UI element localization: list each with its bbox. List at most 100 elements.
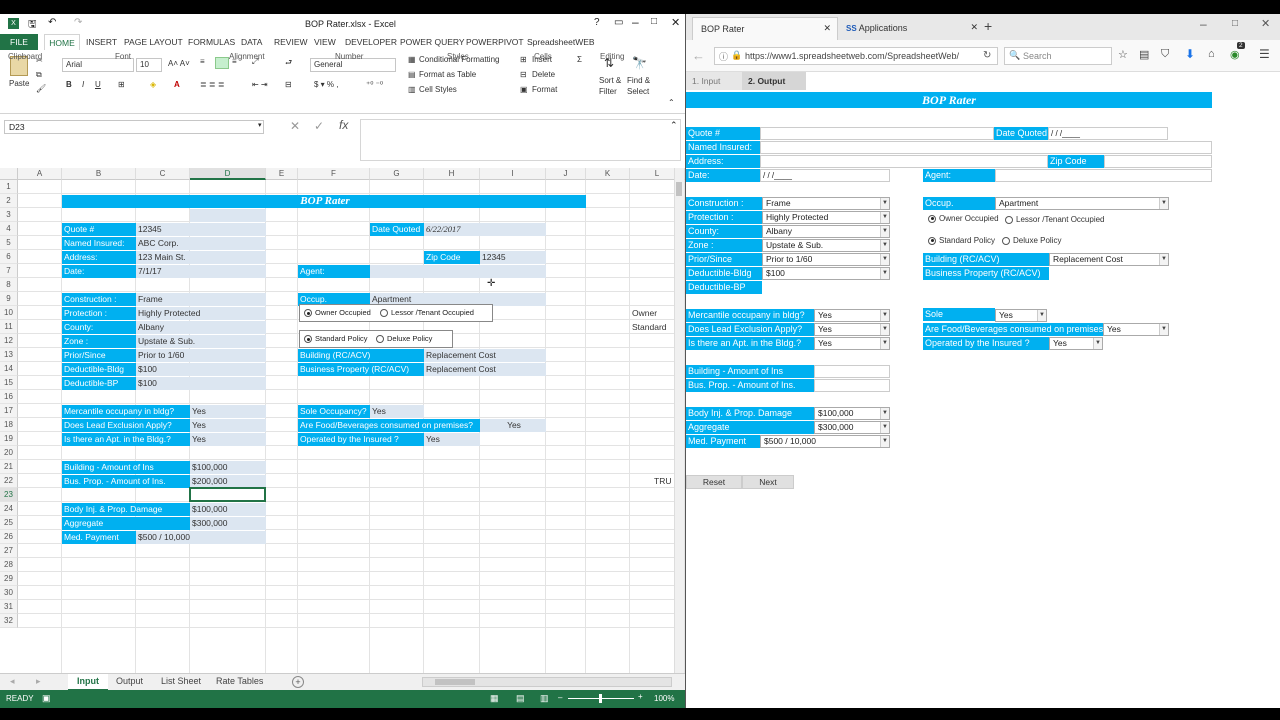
label-cell[interactable]: Business Property (RC/ACV) (298, 363, 424, 376)
vertical-scroll-thumb[interactable] (676, 182, 682, 196)
value-cell[interactable]: $100,000 (190, 461, 266, 474)
help-icon[interactable]: ? (594, 17, 600, 28)
autosum-icon[interactable]: Σ (577, 55, 582, 64)
reading-list-icon[interactable]: ▤ (1139, 48, 1149, 61)
row-header[interactable]: 6 (0, 250, 18, 264)
value-cell[interactable]: Prior to 1/60 (136, 349, 266, 362)
sort-button[interactable]: Sort & (599, 76, 621, 85)
tab-data[interactable]: DATA (241, 37, 262, 47)
radio-option[interactable]: Owner Occupied (304, 308, 371, 318)
next-sheet-icon[interactable]: ▸ (36, 676, 41, 687)
value-cell[interactable]: Yes (480, 419, 546, 432)
column-header[interactable]: A (18, 168, 62, 180)
row-header[interactable]: 32 (0, 614, 18, 628)
tab-spreadsheetweb[interactable]: SpreadsheetWEB (527, 37, 595, 47)
macro-record-icon[interactable]: ▣ (42, 693, 51, 704)
zoom-slider-thumb[interactable] (599, 694, 602, 703)
sheet-title-cell[interactable]: BOP Rater (62, 195, 586, 208)
corner-cell[interactable] (0, 168, 18, 180)
delete-cells-button[interactable]: Delete (532, 70, 555, 79)
radio-group-box[interactable]: Standard Policy Deluxe Policy (299, 330, 453, 348)
cell-styles-icon[interactable]: ▥ (408, 85, 416, 94)
column-header[interactable]: E (266, 168, 298, 180)
underline-icon[interactable]: U (95, 80, 101, 89)
info-icon[interactable]: ⓘ (719, 50, 728, 63)
web-county-select[interactable]: Albany ▼ (762, 225, 890, 238)
label-cell[interactable]: Construction : (62, 293, 136, 306)
find-icon[interactable]: 🔭 (632, 56, 647, 70)
value-cell[interactable]: Yes (190, 419, 266, 432)
url-bar[interactable]: ⓘ 🔒 https://www1.spreadsheetweb.com/Spre… (714, 47, 998, 65)
italic-icon[interactable]: I (82, 80, 84, 89)
value-cell[interactable]: 12345 (480, 251, 546, 264)
wrap-text-icon[interactable]: ⮐ (285, 57, 292, 71)
value-cell[interactable]: Yes (190, 433, 266, 446)
browser-tab-bop-rater[interactable]: BOP Rater ✕ (692, 17, 838, 40)
web-agent-input[interactable] (995, 169, 1212, 182)
row-header[interactable]: 14 (0, 362, 18, 376)
row-header[interactable]: 27 (0, 544, 18, 558)
confirm-entry-icon[interactable]: ✓ (314, 119, 324, 133)
currency-icon[interactable]: $ ▾ % , (314, 80, 338, 89)
selected-cell[interactable] (189, 487, 266, 502)
worksheet-grid[interactable]: A B C D E F G H I J K L 1 2 3 4 5 6 7 8 9 10 11 12 13 14 15 16 17 18 1… (0, 168, 685, 673)
tab-page-layout[interactable]: PAGE LAYOUT (124, 37, 183, 47)
align-left-icon[interactable]: ≣ ≣ ≣ (200, 80, 225, 89)
value-cell[interactable]: $100,000 (190, 503, 266, 516)
value-cell[interactable]: Yes (190, 405, 266, 418)
row-header[interactable]: 2 (0, 194, 18, 208)
row-header[interactable]: 9 (0, 292, 18, 306)
page-break-view-icon[interactable]: ▥ (540, 693, 549, 704)
label-cell[interactable]: Building (RC/ACV) (298, 349, 424, 362)
value-cell[interactable]: $100 (136, 377, 266, 390)
column-header[interactable]: F (298, 168, 370, 180)
fill-color-icon[interactable]: ◈ (150, 80, 156, 89)
label-cell[interactable]: Agent: (298, 265, 370, 278)
menu-icon[interactable]: ☰ (1259, 47, 1270, 61)
web-agg-select[interactable]: $300,000 ▼ (814, 421, 890, 434)
row-header[interactable]: 30 (0, 586, 18, 600)
row-header[interactable]: 20 (0, 446, 18, 460)
search-box[interactable]: 🔍 Search (1004, 47, 1112, 65)
tab-formulas[interactable]: FORMULAS (188, 37, 235, 47)
label-cell[interactable]: Mercantile occupany in bldg? (62, 405, 190, 418)
tab-close-icon[interactable]: ✕ (970, 22, 978, 33)
horizontal-scrollbar[interactable] (422, 677, 672, 687)
web-construction-select[interactable]: Frame ▼ (762, 197, 890, 210)
web-quote-input[interactable] (760, 127, 994, 140)
page-layout-view-icon[interactable]: ▤ (516, 693, 525, 704)
web-lead-select[interactable]: Yes ▼ (814, 323, 890, 336)
paste-button[interactable]: Paste (9, 79, 29, 88)
label-cell[interactable]: Is there an Apt. in the Bldg.? (62, 433, 190, 446)
minimize-icon[interactable]: – (632, 15, 639, 29)
browser-maximize-icon[interactable]: □ (1232, 18, 1238, 29)
zoom-level[interactable]: 100% (654, 694, 674, 703)
row-header[interactable]: 17 (0, 404, 18, 418)
web-building-rc-select[interactable]: Replacement Cost ▼ (1049, 253, 1169, 266)
label-cell[interactable]: Are Food/Beverages consumed on premises? (298, 419, 480, 432)
tab-review[interactable]: REVIEW (274, 37, 308, 47)
row-header[interactable]: 25 (0, 516, 18, 530)
radio-option[interactable]: Deluxe Policy (376, 334, 432, 344)
label-cell[interactable]: Deductible-BP (62, 377, 136, 390)
row-header[interactable]: 5 (0, 236, 18, 250)
web-med-select[interactable]: $500 / 10,000 ▼ (760, 435, 890, 448)
web-lessor-radio[interactable]: Lessor /Tenant Occupied (1005, 215, 1105, 224)
row-header[interactable]: 16 (0, 390, 18, 404)
next-button[interactable]: Next (742, 475, 794, 489)
value-cell[interactable]: Frame (136, 293, 266, 306)
column-header[interactable]: G (370, 168, 424, 180)
cancel-entry-icon[interactable]: ✕ (290, 119, 300, 133)
zoom-out-icon[interactable]: – (558, 693, 562, 702)
save-icon[interactable]: 🖫 (28, 17, 37, 34)
web-bp-amt-input[interactable] (814, 379, 890, 392)
row-header[interactable]: 4 (0, 222, 18, 236)
sheet-tab-input[interactable]: Input (68, 674, 108, 691)
row-header[interactable]: 26 (0, 530, 18, 544)
row-header[interactable]: 21 (0, 460, 18, 474)
value-cell[interactable]: ABC Corp. (136, 237, 266, 250)
font-size-box[interactable]: 10 (136, 58, 162, 72)
label-cell[interactable]: Body Inj. & Prop. Damage (62, 503, 190, 516)
value-cell[interactable]: Albany (136, 321, 266, 334)
sheet-tab-output[interactable]: Output (116, 676, 143, 686)
